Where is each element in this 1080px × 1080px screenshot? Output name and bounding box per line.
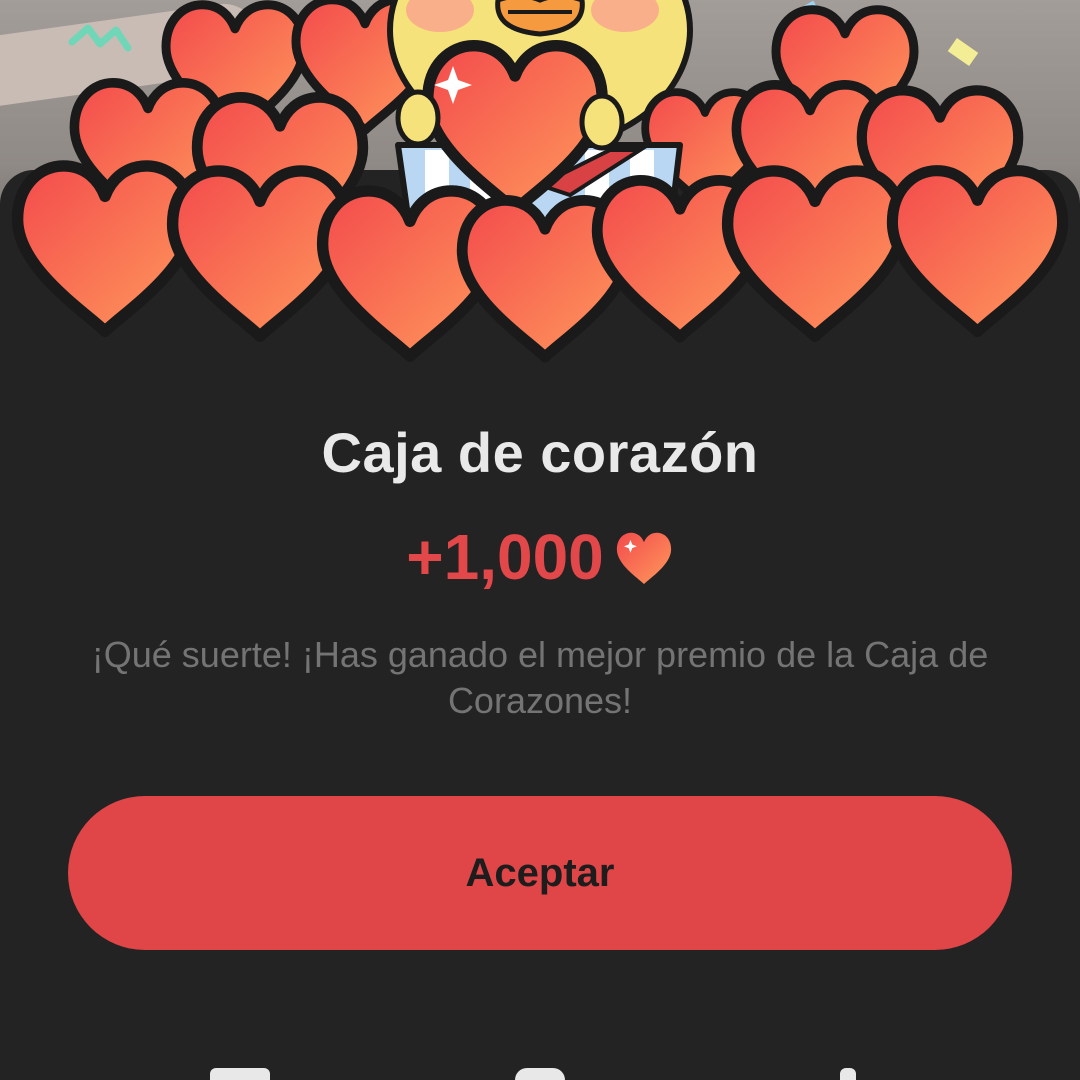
- nav-bar-icon[interactable]: [840, 1068, 856, 1080]
- dialog-title: Caja de corazón: [321, 421, 759, 484]
- reward-message: ¡Qué suerte! ¡Has ganado el mejor premio…: [91, 634, 989, 721]
- heart-icon: [616, 532, 671, 585]
- accept-button[interactable]: Aceptar: [68, 796, 1012, 950]
- reward-row: +1,000: [0, 520, 1080, 594]
- nav-bar-icon[interactable]: [515, 1068, 565, 1080]
- nav-bar-icon[interactable]: [210, 1068, 270, 1080]
- reward-amount: +1,000: [406, 521, 604, 593]
- hearts-box-illustration: [0, 0, 1080, 370]
